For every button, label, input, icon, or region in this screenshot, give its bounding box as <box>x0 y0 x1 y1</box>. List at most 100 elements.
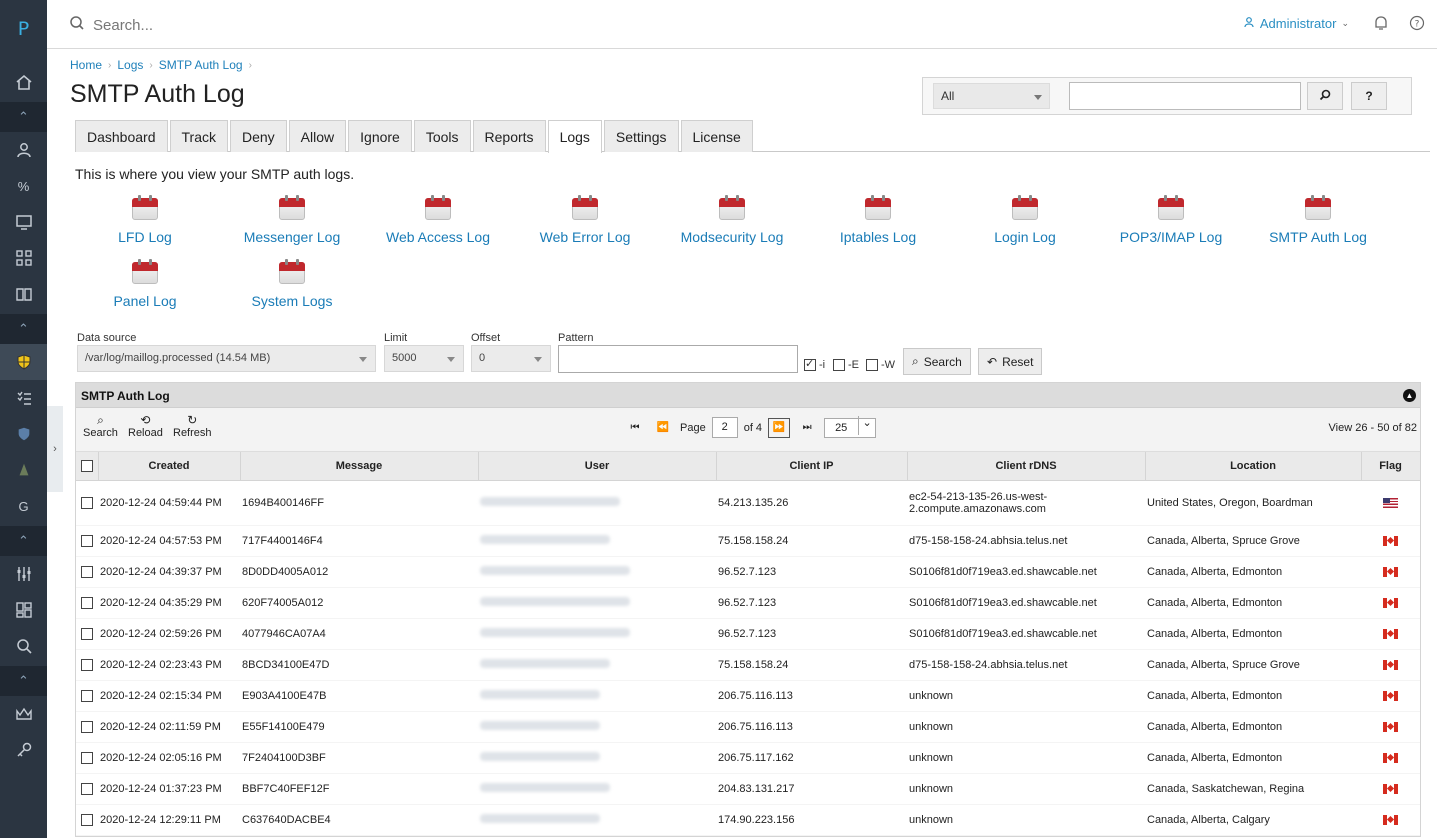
option-w[interactable]: -W <box>866 359 895 371</box>
breadcrumb-logs[interactable]: Logs <box>117 58 143 72</box>
col-message[interactable]: Message <box>240 452 479 481</box>
row-checkbox[interactable] <box>81 534 93 547</box>
log-link-smtp-auth[interactable]: SMTP Auth Log <box>1243 195 1393 245</box>
checklist-icon[interactable] <box>0 380 47 416</box>
option-w-checkbox[interactable] <box>866 359 878 371</box>
help-icon[interactable]: ? <box>1409 15 1425 34</box>
offset-select[interactable]: 0 <box>471 345 551 372</box>
option-e[interactable]: -E <box>833 359 859 371</box>
tab-logs[interactable]: Logs <box>547 120 602 153</box>
select-all-header[interactable] <box>76 452 99 481</box>
row-select-cell[interactable] <box>76 711 98 743</box>
row-checkbox[interactable] <box>81 813 93 826</box>
row-checkbox[interactable] <box>81 658 93 671</box>
key-icon[interactable] <box>0 732 47 768</box>
notifications-icon[interactable] <box>1373 15 1389 34</box>
option-i-checkbox[interactable] <box>804 357 816 371</box>
collapse-section-icon[interactable]: ⌃ <box>0 314 47 344</box>
tab-deny[interactable]: Deny <box>229 120 287 152</box>
firewall-shield-icon[interactable] <box>0 344 47 380</box>
book-icon[interactable] <box>0 276 47 312</box>
tab-license[interactable]: License <box>680 120 753 152</box>
col-created[interactable]: Created <box>98 452 241 481</box>
dashboard-icon[interactable] <box>0 592 47 628</box>
first-page-icon[interactable]: ⏮ <box>624 418 646 438</box>
log-link-web-error[interactable]: Web Error Log <box>510 195 660 245</box>
grid-search-button[interactable]: ⌕ Search <box>83 413 118 439</box>
select-all-checkbox[interactable] <box>80 459 93 472</box>
collapse-grid-icon[interactable]: ▲ <box>1403 389 1416 402</box>
row-select-cell[interactable] <box>76 773 98 805</box>
col-user[interactable]: User <box>478 452 717 481</box>
table-row[interactable]: 2020-12-24 02:15:34 PM E903A4100E47B 206.7… <box>76 680 1420 712</box>
col-client-ip[interactable]: Client IP <box>716 452 908 481</box>
module-help-button[interactable]: ? <box>1351 82 1387 110</box>
collapse-section-icon[interactable]: ⌃ <box>0 526 47 556</box>
tab-dashboard[interactable]: Dashboard <box>75 120 168 152</box>
row-checkbox[interactable] <box>81 565 93 578</box>
collapse-section-icon[interactable]: ⌃ <box>0 102 47 132</box>
breadcrumb-current[interactable]: SMTP Auth Log <box>159 58 243 72</box>
tab-settings[interactable]: Settings <box>603 120 679 152</box>
shield-icon[interactable] <box>0 416 47 452</box>
log-link-web-access[interactable]: Web Access Log <box>363 195 513 245</box>
pattern-input[interactable] <box>558 345 798 373</box>
log-link-login[interactable]: Login Log <box>950 195 1100 245</box>
log-link-pop3-imap[interactable]: POP3/IMAP Log <box>1096 195 1246 245</box>
table-row[interactable]: 2020-12-24 02:05:16 PM 7F2404100D3BF 206.7… <box>76 742 1420 774</box>
table-row[interactable]: 2020-12-24 04:39:37 PM 8D0DD4005A012 96.52… <box>76 556 1420 588</box>
module-search-input[interactable] <box>1069 82 1301 110</box>
tab-allow[interactable]: Allow <box>288 120 347 152</box>
page-input[interactable]: 2 <box>711 417 738 438</box>
row-select-cell[interactable] <box>76 556 98 588</box>
search-analytics-icon[interactable] <box>0 628 47 664</box>
row-select-cell[interactable] <box>76 649 98 681</box>
next-page-icon[interactable]: ⏩ <box>768 417 791 438</box>
table-row[interactable]: 2020-12-24 12:29:11 PM C637640DACBE4 174.9… <box>76 804 1420 836</box>
table-row[interactable]: 2020-12-24 04:35:29 PM 620F74005A012 96.52… <box>76 587 1420 619</box>
breadcrumb-home[interactable]: Home <box>70 58 102 72</box>
extension-icon[interactable] <box>0 452 47 488</box>
limit-select[interactable]: 5000 <box>384 345 464 372</box>
row-checkbox[interactable] <box>81 596 93 609</box>
home-icon[interactable] <box>0 64 47 100</box>
reset-button[interactable]: ↶ Reset <box>978 348 1043 375</box>
log-link-lfd[interactable]: LFD Log <box>70 195 220 245</box>
tab-reports[interactable]: Reports <box>472 120 546 152</box>
row-checkbox[interactable] <box>81 720 93 733</box>
table-row[interactable]: 2020-12-24 02:59:26 PM 4077946CA07A4 96.52… <box>76 618 1420 650</box>
search-button[interactable]: ⌕ Search <box>903 348 971 375</box>
user-icon[interactable] <box>0 132 47 168</box>
table-row[interactable]: 2020-12-24 04:59:44 PM 1694B400146FF 54.21… <box>76 480 1420 526</box>
search-scope-select[interactable]: All <box>933 83 1050 109</box>
sliders-icon[interactable] <box>0 556 47 592</box>
table-row[interactable]: 2020-12-24 04:57:53 PM 717F4400146F4 75.15… <box>76 525 1420 557</box>
last-page-icon[interactable]: ⏭ <box>796 418 818 438</box>
table-row[interactable]: 2020-12-24 02:23:43 PM 8BCD34100E47D 75.15… <box>76 649 1420 681</box>
log-link-messenger[interactable]: Messenger Log <box>217 195 367 245</box>
google-icon[interactable]: G <box>0 488 47 524</box>
tab-tools[interactable]: Tools <box>413 120 471 152</box>
table-row[interactable]: 2020-12-24 02:11:59 PM E55F14100E479 206.7… <box>76 711 1420 743</box>
option-e-checkbox[interactable] <box>833 359 845 371</box>
col-client-rdns[interactable]: Client rDNS <box>907 452 1146 481</box>
collapse-section-icon[interactable]: ⌃ <box>0 666 47 696</box>
row-checkbox[interactable] <box>81 689 93 702</box>
row-checkbox[interactable] <box>81 496 93 509</box>
prev-page-icon[interactable]: ⏪ <box>652 418 674 438</box>
log-link-iptables[interactable]: Iptables Log <box>803 195 953 245</box>
app-logo[interactable]: P <box>0 18 47 40</box>
row-select-cell[interactable] <box>76 680 98 712</box>
apps-grid-icon[interactable] <box>0 240 47 276</box>
row-select-cell[interactable] <box>76 480 98 526</box>
tab-track[interactable]: Track <box>169 120 228 152</box>
monitor-icon[interactable] <box>0 204 47 240</box>
col-location[interactable]: Location <box>1145 452 1362 481</box>
log-link-system[interactable]: System Logs <box>217 259 367 309</box>
col-flag[interactable]: Flag <box>1361 452 1421 481</box>
log-link-modsecurity[interactable]: Modsecurity Log <box>657 195 807 245</box>
user-menu[interactable]: Administrator ⌄ <box>1243 16 1349 31</box>
search-placeholder[interactable]: Search... <box>93 17 153 34</box>
log-link-panel[interactable]: Panel Log <box>70 259 220 309</box>
row-select-cell[interactable] <box>76 804 98 836</box>
